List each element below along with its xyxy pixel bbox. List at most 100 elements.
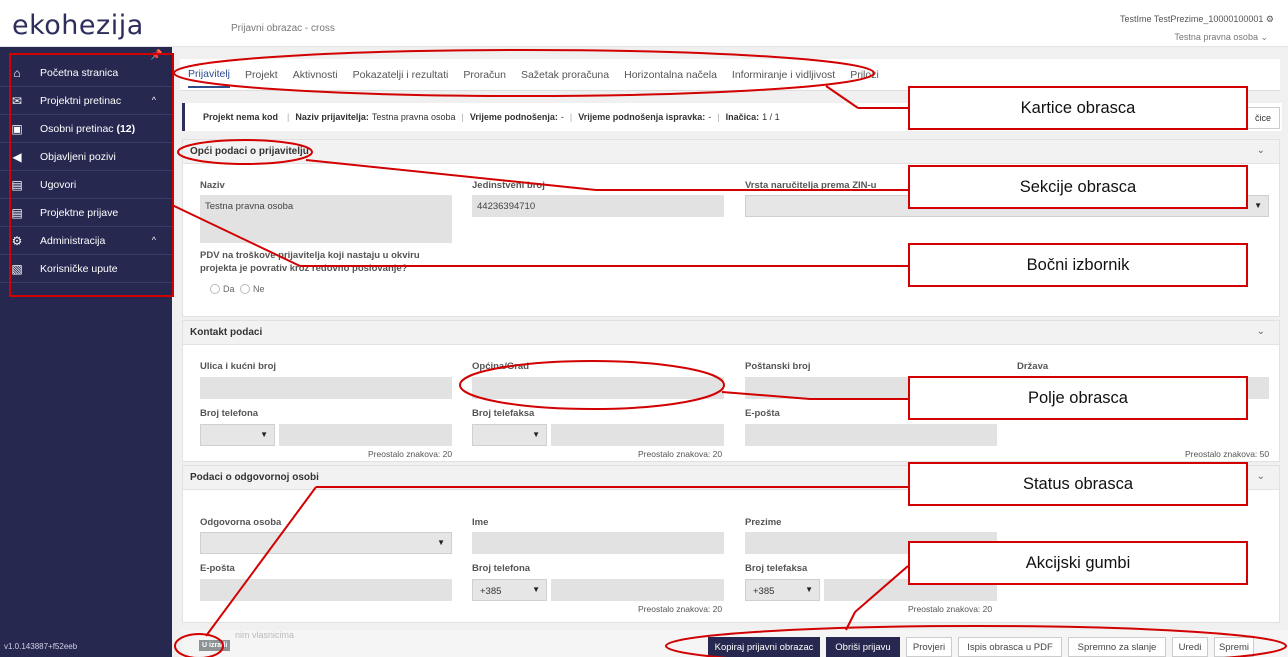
naziv-label: Naziv xyxy=(200,180,225,191)
pdv-label-2: projekta je povrativ kroz redovno poslov… xyxy=(200,263,408,274)
tab-horizontalna-nacela[interactable]: Horizontalna načela xyxy=(624,63,717,87)
sidebar-item-calls[interactable]: ◀ Objavljeni pozivi xyxy=(0,143,172,171)
chevron-up-icon: ^ xyxy=(151,235,156,245)
callout-sidebar: Bočni izbornik xyxy=(908,243,1248,287)
pdv-label-1: PDV na troškove prijavitelja koji nastaj… xyxy=(200,250,420,261)
person-label: Odgovorna osoba xyxy=(200,517,282,528)
resp-phone-label: Broj telefona xyxy=(472,563,531,574)
radio-da[interactable]: Da xyxy=(210,284,235,294)
section-header[interactable]: Kontakt podaci ⌄ xyxy=(183,321,1279,345)
naziv-field[interactable]: Testna pravna osoba xyxy=(200,195,452,243)
resp-fax-prefix[interactable]: +385 ▼ xyxy=(745,579,820,601)
section-header[interactable]: Opći podaci o prijavitelju ⌄ xyxy=(183,140,1279,164)
first-name-label: Ime xyxy=(472,517,489,528)
action-footer: nim vlasnicima U izradi Kopiraj prijavni… xyxy=(182,630,1288,657)
sidebar-item-contracts[interactable]: ▤ Ugovori xyxy=(0,171,172,199)
city-label: Općina/Grad xyxy=(472,361,530,372)
tab-informiranje[interactable]: Informiranje i vidljivost xyxy=(732,63,835,87)
city-field[interactable] xyxy=(472,377,724,399)
tab-projekt[interactable]: Projekt xyxy=(245,63,278,87)
country-label: Država xyxy=(1017,361,1049,372)
email-label: E-pošta xyxy=(745,408,780,419)
caret-down-icon: ▼ xyxy=(260,430,268,439)
street-label: Ulica i kućni broj xyxy=(200,361,277,372)
status-badge: U izradi xyxy=(199,640,231,651)
phone-prefix-select[interactable]: ▼ xyxy=(200,424,275,446)
fax-field[interactable] xyxy=(551,424,724,446)
caret-down-icon: ▼ xyxy=(1254,201,1262,210)
resp-fax-label: Broj telefaksa xyxy=(745,563,808,574)
document-icon: ▤ xyxy=(11,205,23,220)
inbox-icon: ✉ xyxy=(11,93,23,108)
manual-icon: ▧ xyxy=(11,261,23,276)
last-name-label: Prezime xyxy=(745,517,782,528)
tab-aktivnosti[interactable]: Aktivnosti xyxy=(293,63,338,87)
edit-button[interactable]: Uredi xyxy=(1172,637,1208,657)
ready-to-send-button[interactable]: Spremno za slanje xyxy=(1068,637,1166,657)
jb-field[interactable]: 44236394710 xyxy=(472,195,724,217)
document-title: Prijavni obrazac - cross xyxy=(231,23,335,34)
callout-form-tabs: Kartice obrasca xyxy=(908,86,1248,130)
gear-icon[interactable]: ⚙ xyxy=(1266,14,1274,24)
tab-prilozi[interactable]: Prilozi xyxy=(850,63,879,87)
street-field[interactable] xyxy=(200,377,452,399)
phone-field[interactable] xyxy=(279,424,452,446)
caret-down-icon: ▼ xyxy=(532,430,540,439)
resp-email-label: E-pošta xyxy=(200,563,235,574)
fax-prefix-select[interactable]: ▼ xyxy=(472,424,547,446)
tab-pokazatelji[interactable]: Pokazatelji i rezultati xyxy=(353,63,449,87)
versions-button[interactable]: čice xyxy=(1245,107,1280,129)
sidebar-item-personal-inbox[interactable]: ▣ Osobni pretinac (12) xyxy=(0,115,172,143)
personal-inbox-icon: ▣ xyxy=(11,121,23,136)
caret-down-icon: ▼ xyxy=(805,585,813,594)
check-button[interactable]: Provjeri xyxy=(906,637,952,657)
tab-proracun[interactable]: Proračun xyxy=(463,63,506,87)
callout-action-buttons: Akcijski gumbi xyxy=(908,541,1248,585)
print-pdf-button[interactable]: Ispis obrasca u PDF xyxy=(958,637,1062,657)
callout-form-status: Status obrasca xyxy=(908,462,1248,506)
fax-label: Broj telefaksa xyxy=(472,408,535,419)
chevron-down-icon[interactable]: ⌄ xyxy=(1257,326,1265,337)
user-organization[interactable]: Testna pravna osoba ⌄ xyxy=(1174,32,1268,43)
user-name[interactable]: TestIme TestPrezime_10000100001 ⚙ xyxy=(1120,14,1274,25)
megaphone-icon: ◀ xyxy=(12,149,22,164)
resp-phone-field[interactable] xyxy=(551,579,724,601)
app-version: v1.0.143887+f52eeb xyxy=(4,642,78,651)
caret-down-icon: ▼ xyxy=(437,538,445,547)
callout-form-field: Polje obrasca xyxy=(908,376,1248,420)
sidebar-item-administration[interactable]: ⚙ Administracija ^ xyxy=(0,227,172,255)
resp-phone-prefix[interactable]: +385 ▼ xyxy=(472,579,547,601)
resp-email-field[interactable] xyxy=(200,579,452,601)
top-bar: ekohezija Prijavni obrazac - cross TestI… xyxy=(0,0,1288,47)
sidebar-item-project-inbox[interactable]: ✉ Projektni pretinac ^ xyxy=(0,87,172,115)
copy-form-button[interactable]: Kopiraj prijavni obrazac xyxy=(708,637,820,657)
sidebar-item-applications[interactable]: ▤ Projektne prijave xyxy=(0,199,172,227)
chevron-up-icon: ^ xyxy=(151,95,156,105)
vrsta-label: Vrsta naručitelja prema ZIN-u xyxy=(745,180,877,191)
chevron-down-icon[interactable]: ⌄ xyxy=(1257,471,1265,482)
jb-label: Jedinstveni broj xyxy=(472,180,545,191)
tab-sazetak-proracuna[interactable]: Sažetak proračuna xyxy=(521,63,609,87)
sidebar-item-home[interactable]: ⌂ Početna stranica xyxy=(0,59,172,87)
sidebar-menu: ⌂ Početna stranica ✉ Projektni pretinac ^ ▣… xyxy=(0,59,172,283)
person-select[interactable]: ▼ xyxy=(200,532,452,554)
ekohezija-logo[interactable]: ekohezija xyxy=(12,10,144,41)
caret-down-icon: ▼ xyxy=(532,585,540,594)
form-version: 1 / 1 xyxy=(762,112,780,122)
delete-application-button[interactable]: Obriši prijavu xyxy=(826,637,900,657)
sidebar: 📌 ⌂ Početna stranica ✉ Projektni pretinac ^… xyxy=(0,47,172,657)
first-name-field[interactable] xyxy=(472,532,724,554)
phone-label: Broj telefona xyxy=(200,408,259,419)
tab-prijavitelj[interactable]: Prijavitelj xyxy=(188,62,231,88)
home-icon: ⌂ xyxy=(13,65,21,80)
radio-ne[interactable]: Ne xyxy=(240,284,265,294)
chevron-down-icon[interactable]: ⌄ xyxy=(1257,145,1265,156)
contract-icon: ▤ xyxy=(11,177,23,192)
applicant-name: Testna pravna osoba xyxy=(371,112,456,122)
callout-form-sections: Sekcije obrasca xyxy=(908,165,1248,209)
cogs-icon: ⚙ xyxy=(11,233,23,248)
sidebar-item-manual[interactable]: ▧ Korisničke upute xyxy=(0,255,172,283)
email-field[interactable] xyxy=(745,424,997,446)
save-button[interactable]: Spremi xyxy=(1214,637,1254,657)
postal-label: Poštanski broj xyxy=(745,361,811,372)
